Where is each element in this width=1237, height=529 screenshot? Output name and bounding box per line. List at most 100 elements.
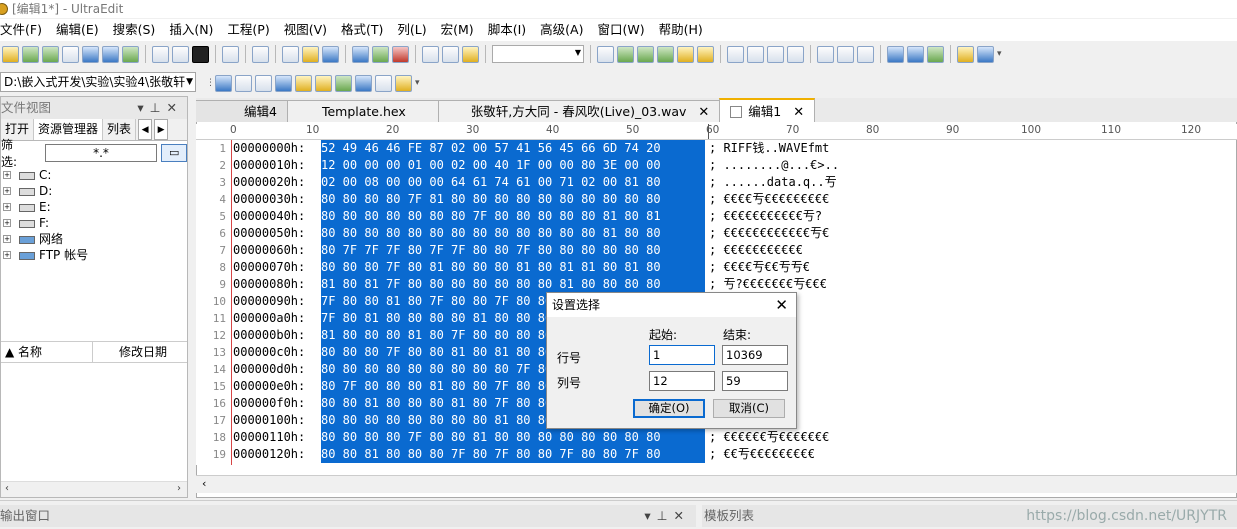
scroll-left-icon[interactable]: ‹	[5, 483, 9, 494]
hex-bytes-selected[interactable]: 81 80 81 7F 80 80 80 80 80 80 80 81 80 8…	[321, 276, 705, 293]
hex-bytes-selected[interactable]: 80 80 80 7F 80 81 80 80 80 81 80 81 81 8…	[321, 259, 705, 276]
find-in-files-icon[interactable]	[677, 45, 694, 63]
word-wrap-icon[interactable]	[222, 45, 239, 63]
refresh-icon[interactable]	[927, 45, 944, 63]
row-end-input[interactable]: 10369	[722, 345, 788, 365]
ok-button[interactable]: 确定(O)	[633, 399, 705, 418]
spell-check-icon[interactable]	[282, 45, 299, 63]
hex-line[interactable]: 00000120h: 80 80 81 80 80 80 7F 80 7F 80 …	[233, 446, 1233, 463]
print-preview-icon[interactable]	[172, 45, 189, 63]
hex-bytes-selected[interactable]: 80 7F 7F 7F 80 7F 7F 80 80 7F 80 80 80 8…	[321, 242, 705, 259]
yahoo-icon[interactable]	[235, 74, 252, 92]
paste-icon[interactable]	[462, 45, 479, 63]
expand-icon[interactable]: +	[3, 235, 11, 243]
menu-format[interactable]: 格式(T)	[334, 19, 390, 41]
row-start-input[interactable]: 1	[649, 345, 715, 365]
align-right-icon[interactable]	[767, 45, 784, 63]
cut-icon[interactable]	[422, 45, 439, 63]
close-icon[interactable]: ✕	[793, 105, 804, 120]
toolbar-grip-icon[interactable]: ⋮	[206, 78, 215, 88]
hex-line[interactable]: 00000000h: 52 49 46 46 FE 87 02 00 57 41 …	[233, 140, 1233, 157]
scroll-left-icon[interactable]: ◀	[138, 119, 153, 140]
hex-line[interactable]: 00000050h: 80 80 80 80 80 80 80 80 80 80 …	[233, 225, 1233, 242]
hex-line[interactable]: 00000040h: 80 80 80 80 80 80 80 7F 80 80 …	[233, 208, 1233, 225]
hex-bytes-selected[interactable]: 52 49 46 46 FE 87 02 00 57 41 56 45 66 6…	[321, 140, 705, 157]
column-mode-icon[interactable]	[302, 45, 319, 63]
find-next-icon[interactable]	[617, 45, 634, 63]
tip-icon[interactable]	[957, 45, 974, 63]
line-numbers-icon[interactable]	[252, 45, 269, 63]
editor-horizontal-scrollbar[interactable]: ‹	[196, 475, 1237, 493]
close-icon[interactable]: ✕	[167, 100, 183, 115]
copy-icon[interactable]	[442, 45, 459, 63]
hex-bytes-selected[interactable]: 12 00 00 00 01 00 02 00 40 1F 00 00 80 3…	[321, 157, 705, 174]
menu-advanced[interactable]: 高级(A)	[533, 19, 590, 41]
rss-icon[interactable]	[315, 74, 332, 92]
menu-macro[interactable]: 宏(M)	[434, 19, 481, 41]
tab-explorer[interactable]: 资源管理器	[34, 119, 104, 140]
pin-icon[interactable]: ⊥	[150, 100, 167, 115]
expand-icon[interactable]: +	[3, 219, 11, 227]
close-icon[interactable]: ✕	[674, 508, 690, 523]
doc-tab[interactable]: 编辑4	[196, 100, 288, 122]
expand-icon[interactable]: +	[3, 251, 11, 259]
column-start-input[interactable]: 12	[649, 371, 715, 391]
find-icon[interactable]	[597, 45, 614, 63]
expand-icon[interactable]: +	[3, 171, 11, 179]
hex-bytes-selected[interactable]: 80 80 81 80 80 80 7F 80 7F 80 80 7F 80 8…	[321, 446, 705, 463]
toolbar-grip-icon[interactable]: ▾	[415, 78, 421, 88]
toolbar-grip-icon[interactable]: ▾	[997, 49, 1003, 59]
folder-icon[interactable]: ▭	[161, 144, 188, 162]
justify-icon[interactable]	[787, 45, 804, 63]
code-icon[interactable]	[375, 74, 392, 92]
menu-edit[interactable]: 编辑(E)	[49, 19, 106, 41]
scroll-right-icon[interactable]: ›	[177, 483, 181, 494]
cancel-button[interactable]: 取消(C)	[713, 399, 785, 418]
close-icon[interactable]: ✕	[775, 293, 788, 317]
back-icon[interactable]	[22, 45, 39, 63]
replace-in-files-icon[interactable]	[697, 45, 714, 63]
menu-column[interactable]: 列(L)	[390, 19, 433, 41]
split-horizontal-icon[interactable]	[817, 45, 834, 63]
photoshop-icon[interactable]	[335, 74, 352, 92]
search-combo[interactable]: ▼	[492, 45, 584, 63]
hex-line[interactable]: 00000060h: 80 7F 7F 7F 80 7F 7F 80 80 7F …	[233, 242, 1233, 259]
wikipedia-icon[interactable]	[255, 74, 272, 92]
column-name[interactable]: ▲ 名称	[1, 342, 93, 362]
tree-item-f[interactable]: + F:	[1, 215, 187, 231]
replace-icon[interactable]	[657, 45, 674, 63]
hex-line[interactable]: 00000020h: 02 00 08 00 00 00 64 61 74 61 …	[233, 174, 1233, 191]
print-icon[interactable]	[152, 45, 169, 63]
menu-insert[interactable]: 插入(N)	[162, 19, 220, 41]
menu-window[interactable]: 窗口(W)	[590, 19, 651, 41]
file-list-scrollbar[interactable]: ‹ ›	[1, 481, 187, 497]
menu-search[interactable]: 搜索(S)	[106, 19, 163, 41]
menu-view[interactable]: 视图(V)	[277, 19, 334, 41]
expand-icon[interactable]: +	[3, 187, 11, 195]
hex-line[interactable]: 00000030h: 80 80 80 80 7F 81 80 80 80 80 …	[233, 191, 1233, 208]
msdn-icon[interactable]	[275, 74, 292, 92]
hex-bytes-selected[interactable]: 02 00 08 00 00 00 64 61 74 61 00 71 02 0…	[321, 174, 705, 191]
hex-line[interactable]: 00000070h: 80 80 80 7F 80 81 80 80 80 81 …	[233, 259, 1233, 276]
menu-script[interactable]: 脚本(I)	[481, 19, 533, 41]
hex-line[interactable]: 00000010h: 12 00 00 00 01 00 02 00 40 1F …	[233, 157, 1233, 174]
split-vertical-icon[interactable]	[837, 45, 854, 63]
align-center-icon[interactable]	[747, 45, 764, 63]
scroll-right-icon[interactable]: ▶	[154, 119, 169, 140]
doc-tab[interactable]: Template.hex	[286, 100, 439, 122]
panel-menu-icon[interactable]: ▾	[644, 508, 656, 523]
tree-item-ftp[interactable]: + FTP 帐号	[1, 247, 187, 263]
expand-icon[interactable]: +	[3, 203, 11, 211]
scroll-left-icon[interactable]: ‹	[202, 477, 206, 490]
menu-file[interactable]: 文件(F)	[0, 19, 49, 41]
hex-mode-icon[interactable]	[322, 45, 339, 63]
doc-tab-active[interactable]: 编辑1 ✕	[719, 98, 816, 122]
font-icon[interactable]	[192, 45, 209, 63]
ftp-icon[interactable]	[907, 45, 924, 63]
hex-line[interactable]: 00000080h: 81 80 81 7F 80 80 80 80 80 80 …	[233, 276, 1233, 293]
new-project-icon[interactable]	[2, 45, 19, 63]
menu-project[interactable]: 工程(P)	[220, 19, 276, 41]
web-icon[interactable]	[887, 45, 904, 63]
cascade-icon[interactable]	[857, 45, 874, 63]
column-modified[interactable]: 修改日期	[93, 342, 167, 362]
